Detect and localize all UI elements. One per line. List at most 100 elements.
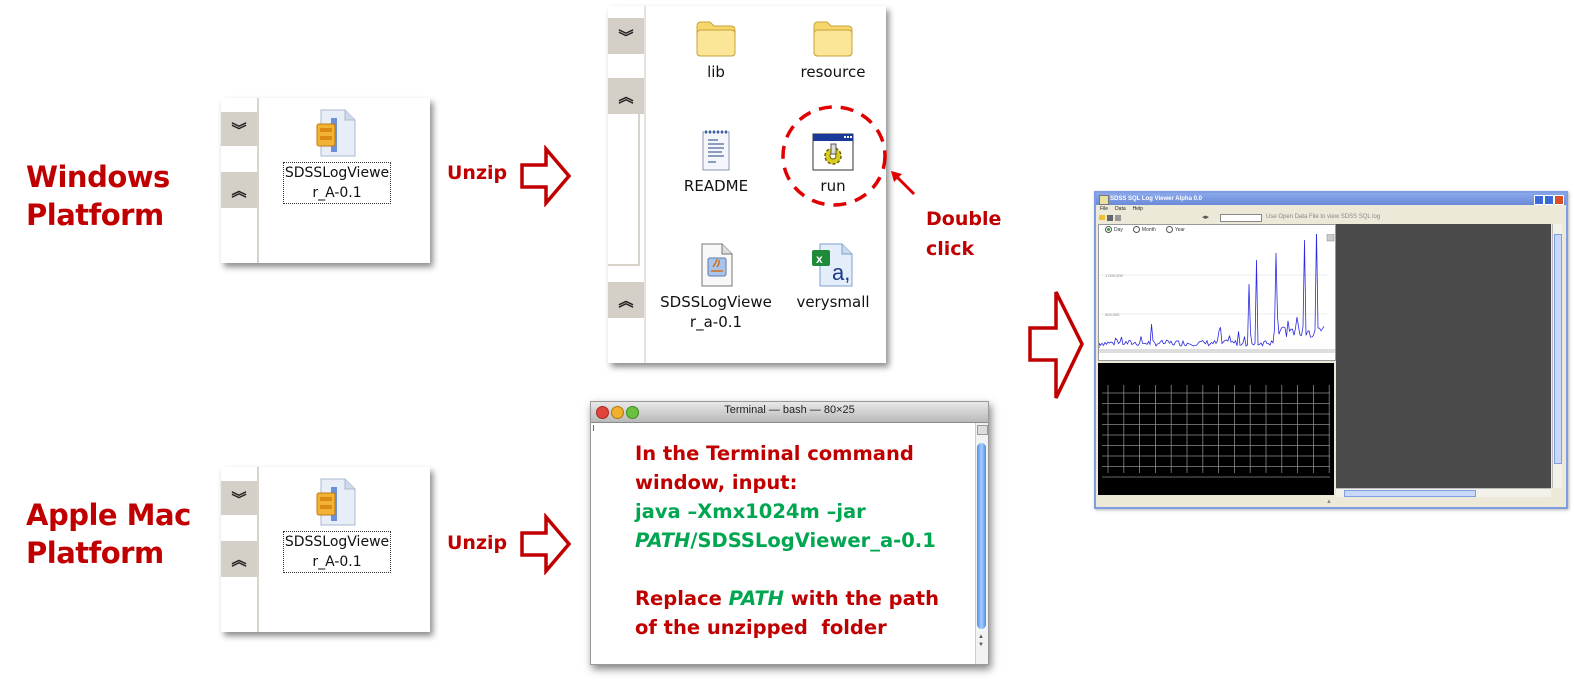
replace-prefix: Replace <box>635 587 729 610</box>
command-path-placeholder: PATH <box>635 529 691 552</box>
explorer-sidebar: ︾ ︽ <box>221 98 259 263</box>
period-radio-group: Day Month Year <box>1099 225 1335 234</box>
scrollbar-thumb[interactable] <box>977 443 986 629</box>
zip-name-line1: SDSSLogViewe <box>284 165 390 181</box>
file-name-jar-line1: SDSSLogViewe <box>660 293 772 311</box>
mac-zip-name-line2: r_A-0.1 <box>312 554 362 570</box>
file-name-resource: resource <box>800 63 866 81</box>
app-statusbar: ▲ <box>1096 498 1566 507</box>
result-arrow-icon <box>1028 291 1084 399</box>
split-view-icon <box>977 425 988 435</box>
y-tick-label: 1,000,000 <box>1105 273 1124 278</box>
radio-year-label: Year <box>1174 226 1185 233</box>
chart-pane: Day Month Year 1,000,000 500,000 <box>1098 224 1336 361</box>
radio-year[interactable]: Year <box>1165 226 1185 233</box>
horizontal-scrollbar[interactable] <box>1336 488 1551 497</box>
folder-icon <box>654 10 778 58</box>
command-jar-path: /SDSSLogViewer_a-0.1 <box>690 529 936 552</box>
radio-month[interactable]: Month <box>1132 226 1156 233</box>
mac-zip-file-name: SDSSLogViewe r_A-0.1 <box>282 531 392 573</box>
terminal-titlebar: Terminal — bash — 80×25 <box>591 402 988 423</box>
open-folder-icon[interactable] <box>1099 215 1105 220</box>
file-name-readme: README <box>683 177 749 195</box>
file-item-jar[interactable]: SDSSLogViewe r_a-0.1 <box>654 240 778 332</box>
chart-scroll-button[interactable] <box>1326 233 1335 242</box>
radio-circle-icon <box>1132 226 1140 233</box>
collapse-up-button-3[interactable]: ︽ <box>608 282 644 318</box>
double-chevron-up-icon: ︽ <box>618 88 634 106</box>
replace-line2: of the unzipped folder <box>635 616 887 639</box>
collapse-down-button[interactable]: ︾ <box>221 112 257 146</box>
save-icon[interactable] <box>1107 215 1113 221</box>
double-chevron-up-icon: ︽ <box>231 551 247 569</box>
zip-archive-icon <box>274 475 400 527</box>
app-toolbar: ◂▸ Use Open Data File to view SDSS SQL l… <box>1096 213 1566 224</box>
svg-text:a,: a, <box>832 260 850 285</box>
prev-next-arrows-icon[interactable]: ◂▸ <box>1202 213 1209 221</box>
series-line <box>1098 229 1325 348</box>
collapse-down-button-mac[interactable]: ︾ <box>221 481 257 515</box>
double-click-label: Double click <box>926 204 1001 264</box>
double-click-line1: Double <box>926 208 1002 230</box>
file-item-readme[interactable]: README <box>654 124 778 196</box>
terminal-body[interactable]: In the Terminal command window, input: j… <box>591 423 988 664</box>
app-minimize-button[interactable] <box>1534 195 1544 205</box>
replace-line1: Replace PATH with the path <box>635 584 939 613</box>
explorer-sidebar-mac: ︾ ︽ <box>221 467 259 632</box>
excel-csv-icon: x a, <box>771 240 895 288</box>
collapse-down-button-2[interactable]: ︾ <box>608 18 644 54</box>
file-item-lib[interactable]: lib <box>654 10 778 82</box>
splitter-up-icon[interactable]: ▲ <box>1326 499 1332 505</box>
cursor-mark <box>593 425 594 431</box>
svg-text:x: x <box>816 252 823 266</box>
zip-archive-icon <box>274 106 400 158</box>
radio-dot-icon <box>1105 226 1112 233</box>
zip-file-item[interactable]: SDSSLogViewe r_A-0.1 <box>274 106 400 204</box>
chart-series <box>1098 229 1325 348</box>
scroll-arrows-icon[interactable]: ▲ ▼ <box>978 633 984 649</box>
date-input[interactable] <box>1220 214 1262 222</box>
coordinate-grid-pane <box>1098 363 1334 495</box>
windows-zip-explorer-panel: ︾ ︽ SDSSLogViewe r_A-0.1 <box>221 98 430 263</box>
collapse-up-button-2[interactable]: ︽ <box>608 78 644 114</box>
double-click-line2: click <box>926 238 975 260</box>
horizontal-scrollbar-thumb[interactable] <box>1344 490 1476 497</box>
toolbar-hint: Use Open Data File to view SDSS SQL log <box>1266 214 1381 220</box>
mac-zip-file-item[interactable]: SDSSLogViewe r_A-0.1 <box>274 475 400 573</box>
app-menubar: File Data Help <box>1096 205 1566 213</box>
menu-file[interactable]: File <box>1100 205 1108 213</box>
double-chevron-up-icon: ︽ <box>618 292 634 310</box>
double-chevron-down-icon: ︾ <box>618 28 634 46</box>
terminal-scrollbar[interactable]: ▲ ▼ <box>975 423 988 664</box>
menu-help[interactable]: Help <box>1133 205 1143 213</box>
pointer-arrow-icon <box>891 171 916 196</box>
file-item-verysmall[interactable]: x a, verysmall <box>771 240 895 312</box>
vertical-scrollbar-thumb[interactable] <box>1554 234 1562 464</box>
mac-label-line1: Apple Mac <box>26 498 191 532</box>
log-viewer-app-window: SDSS SQL Log Viewer Alpha 0.0 File Data … <box>1094 191 1568 509</box>
app-close-button[interactable] <box>1554 195 1564 205</box>
command-line1: java –Xmx1024m –jar <box>635 500 866 523</box>
file-name-verysmall: verysmall <box>796 293 870 311</box>
windows-unzip-arrow-icon <box>520 145 572 207</box>
double-chevron-down-icon: ︾ <box>231 490 247 508</box>
instruction-line1: In the Terminal command <box>635 442 914 465</box>
app-maximize-button[interactable] <box>1544 195 1554 205</box>
query-volume-chart[interactable]: 1,000,000 500,000 <box>1098 229 1335 359</box>
mac-unzip-label: Unzip <box>447 532 508 554</box>
collapse-up-button[interactable]: ︽ <box>221 172 257 208</box>
mac-zip-explorer-panel: ︾ ︽ SDSSLogViewe r_A-0.1 <box>221 467 430 632</box>
collapse-up-button-mac[interactable]: ︽ <box>221 541 257 577</box>
instruction-line2: window, input: <box>635 471 798 494</box>
radio-day[interactable]: Day <box>1105 226 1123 233</box>
sidebar-border <box>644 6 646 363</box>
mac-label-line2: Platform <box>26 536 164 570</box>
export-icon[interactable] <box>1115 215 1121 221</box>
y-tick-label: 500,000 <box>1105 312 1120 317</box>
menu-data[interactable]: Data <box>1115 205 1126 213</box>
file-item-resource[interactable]: resource <box>771 10 895 82</box>
sidebar-pane-divider <box>608 114 640 266</box>
zip-name-line2: r_A-0.1 <box>312 185 362 201</box>
vertical-scrollbar[interactable] <box>1552 224 1562 488</box>
coordinate-grid[interactable] <box>1098 363 1334 495</box>
